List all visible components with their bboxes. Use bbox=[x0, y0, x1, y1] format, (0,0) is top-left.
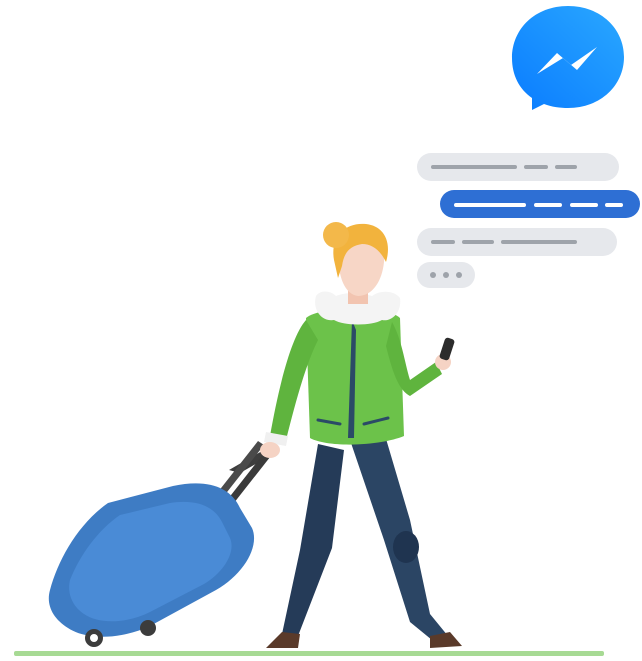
chat-bubble-incoming bbox=[417, 153, 619, 181]
messenger-icon bbox=[512, 6, 624, 110]
typing-indicator bbox=[417, 262, 475, 288]
phone bbox=[439, 337, 455, 361]
suitcase bbox=[48, 441, 275, 647]
chat-bubble-incoming bbox=[417, 228, 617, 256]
chat-thread bbox=[417, 153, 640, 288]
travel-messenger-illustration bbox=[14, 6, 640, 656]
left-leg bbox=[282, 444, 344, 636]
chat-bubble-outgoing bbox=[440, 190, 640, 218]
ground-line bbox=[14, 651, 604, 656]
left-shoe bbox=[266, 632, 300, 648]
hair-bun bbox=[323, 222, 349, 248]
